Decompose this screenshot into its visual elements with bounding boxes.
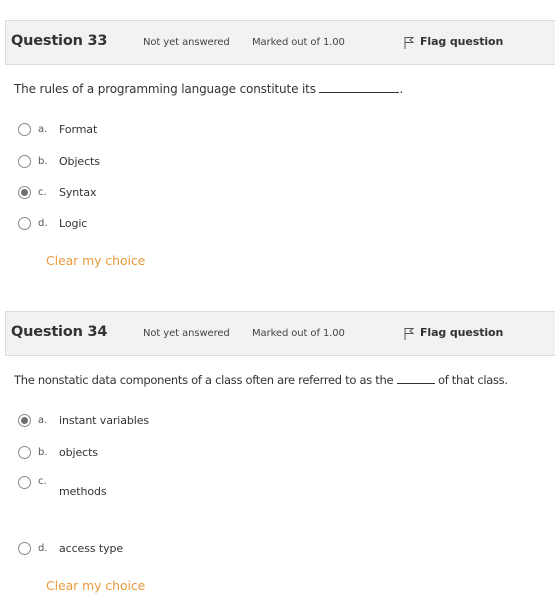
clear-choice-link[interactable]: Clear my choice <box>46 578 145 593</box>
option-label: Format <box>59 123 98 136</box>
question-text: The rules of a programming language cons… <box>14 82 403 96</box>
question-text-after: . <box>399 82 404 96</box>
flag-icon <box>404 328 414 340</box>
radio-button[interactable] <box>18 123 31 136</box>
radio-button[interactable] <box>18 446 31 459</box>
option-letter: a. <box>38 124 48 135</box>
flag-question-label: Flag question <box>420 35 504 48</box>
question-state: Not yet answered <box>143 328 230 339</box>
option-letter: d. <box>38 218 48 229</box>
question-mark: Marked out of 1.00 <box>252 37 345 48</box>
flag-icon <box>404 37 414 49</box>
question-text-before: The nonstatic data components of a class… <box>14 373 394 387</box>
radio-button-selected[interactable] <box>18 186 31 199</box>
radio-button[interactable] <box>18 217 31 230</box>
answer-blank <box>319 82 400 93</box>
question-text-after: of that class. <box>437 373 508 387</box>
option-label: Logic <box>59 217 88 230</box>
option-label: Syntax <box>59 186 97 199</box>
option-label: instant variables <box>59 414 150 427</box>
radio-button-selected[interactable] <box>18 414 31 427</box>
option-letter: d. <box>38 543 48 554</box>
question-34-header: Question 34 Not yet answered Marked out … <box>5 311 555 356</box>
option-label: Objects <box>59 155 100 168</box>
question-mark: Marked out of 1.00 <box>252 328 345 339</box>
radio-button[interactable] <box>18 155 31 168</box>
flag-question-label: Flag question <box>420 326 504 339</box>
option-label: methods <box>59 485 107 498</box>
question-text-before: The rules of a programming language cons… <box>14 82 316 96</box>
question-state: Not yet answered <box>143 37 230 48</box>
question-title: Question 33 <box>11 33 108 49</box>
option-label: objects <box>59 446 98 459</box>
option-letter: a. <box>38 415 48 426</box>
option-letter: c. <box>38 476 47 487</box>
question-33-header: Question 33 Not yet answered Marked out … <box>5 20 555 65</box>
radio-button[interactable] <box>18 476 31 489</box>
clear-choice-link[interactable]: Clear my choice <box>46 253 145 268</box>
question-title: Question 34 <box>11 324 108 340</box>
question-text: The nonstatic data components of a class… <box>14 373 508 387</box>
answer-blank <box>396 373 435 384</box>
option-letter: b. <box>38 156 48 167</box>
radio-button[interactable] <box>18 542 31 555</box>
option-letter: c. <box>38 187 47 198</box>
option-label: access type <box>59 542 124 555</box>
option-letter: b. <box>38 447 48 458</box>
